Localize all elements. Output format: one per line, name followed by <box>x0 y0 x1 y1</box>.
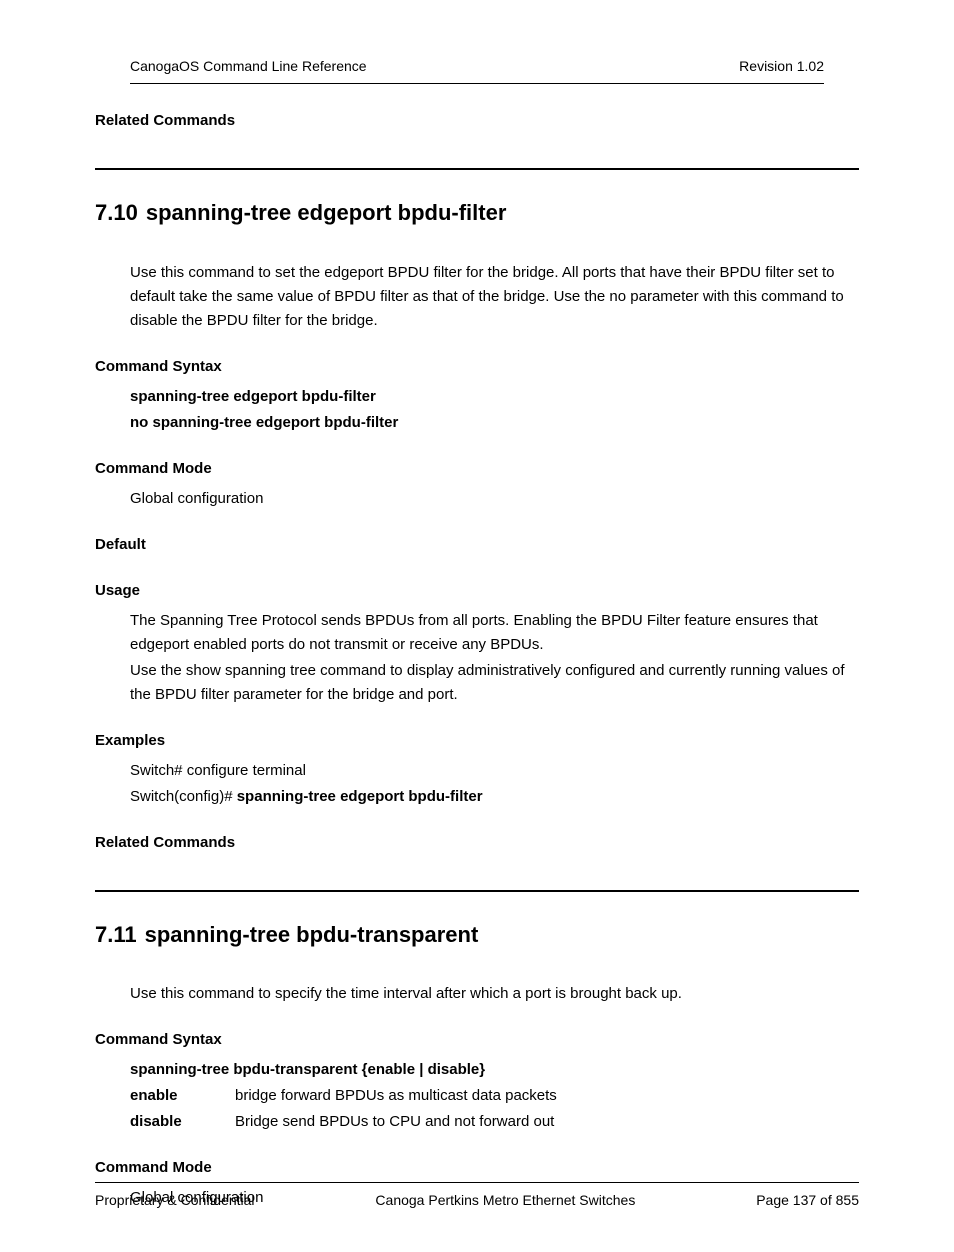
example-prefix: Switch(config)# <box>130 788 237 805</box>
param-row: enable bridge forward BPDUs as multicast… <box>130 1084 859 1108</box>
footer-row: Proprietary & Confidential Canoga Pertki… <box>95 1189 859 1211</box>
header-right: Revision 1.02 <box>739 55 824 77</box>
page-header: CanogaOS Command Line Reference Revision… <box>130 55 824 84</box>
related-commands-label: Related Commands <box>95 831 859 855</box>
usage-label: Usage <box>95 579 859 603</box>
section-divider <box>95 168 859 170</box>
footer-center: Canoga Pertkins Metro Ethernet Switches <box>375 1189 635 1211</box>
section-name: spanning-tree bpdu-transparent <box>145 917 479 952</box>
section-7-10-title: 7.10 spanning-tree edgeport bpdu-filter <box>95 195 859 230</box>
footer-left: Proprietary & Confidential <box>95 1189 255 1211</box>
section-divider <box>95 890 859 892</box>
section-7-10-intro: Use this command to set the edgeport BPD… <box>130 261 859 333</box>
header-left: CanogaOS Command Line Reference <box>130 55 367 77</box>
example-line: Switch(config)# spanning-tree edgeport b… <box>130 785 859 809</box>
related-commands-heading-top: Related Commands <box>95 109 859 133</box>
syntax-line: spanning-tree bpdu-transparent {enable |… <box>130 1058 859 1082</box>
command-syntax-label: Command Syntax <box>95 1028 859 1052</box>
section-7-11-intro: Use this command to specify the time int… <box>130 982 859 1006</box>
document-page: CanogaOS Command Line Reference Revision… <box>0 0 954 1252</box>
section-number: 7.11 <box>95 917 137 952</box>
footer-divider <box>95 1182 859 1183</box>
command-mode-label: Command Mode <box>95 457 859 481</box>
page-footer: Proprietary & Confidential Canoga Pertki… <box>95 1182 859 1211</box>
param-value: Bridge send BPDUs to CPU and not forward… <box>235 1110 859 1134</box>
command-syntax-label: Command Syntax <box>95 355 859 379</box>
section-7-11-title: 7.11 spanning-tree bpdu-transparent <box>95 917 859 952</box>
example-command: spanning-tree edgeport bpdu-filter <box>237 788 483 805</box>
section-name: spanning-tree edgeport bpdu-filter <box>146 195 507 230</box>
usage-paragraph: Use the show spanning tree command to di… <box>130 659 859 707</box>
syntax-line: spanning-tree edgeport bpdu-filter <box>130 385 859 409</box>
usage-paragraph: The Spanning Tree Protocol sends BPDUs f… <box>130 609 859 657</box>
default-label: Default <box>95 533 859 557</box>
footer-right: Page 137 of 855 <box>756 1189 859 1211</box>
param-row: disable Bridge send BPDUs to CPU and not… <box>130 1110 859 1134</box>
param-value: bridge forward BPDUs as multicast data p… <box>235 1084 859 1108</box>
param-key: disable <box>130 1110 235 1134</box>
section-number: 7.10 <box>95 195 138 230</box>
command-mode-label: Command Mode <box>95 1156 859 1180</box>
syntax-line: no spanning-tree edgeport bpdu-filter <box>130 411 859 435</box>
examples-label: Examples <box>95 729 859 753</box>
param-key: enable <box>130 1084 235 1108</box>
command-mode-value: Global configuration <box>130 487 859 511</box>
example-line: Switch# configure terminal <box>130 759 859 783</box>
